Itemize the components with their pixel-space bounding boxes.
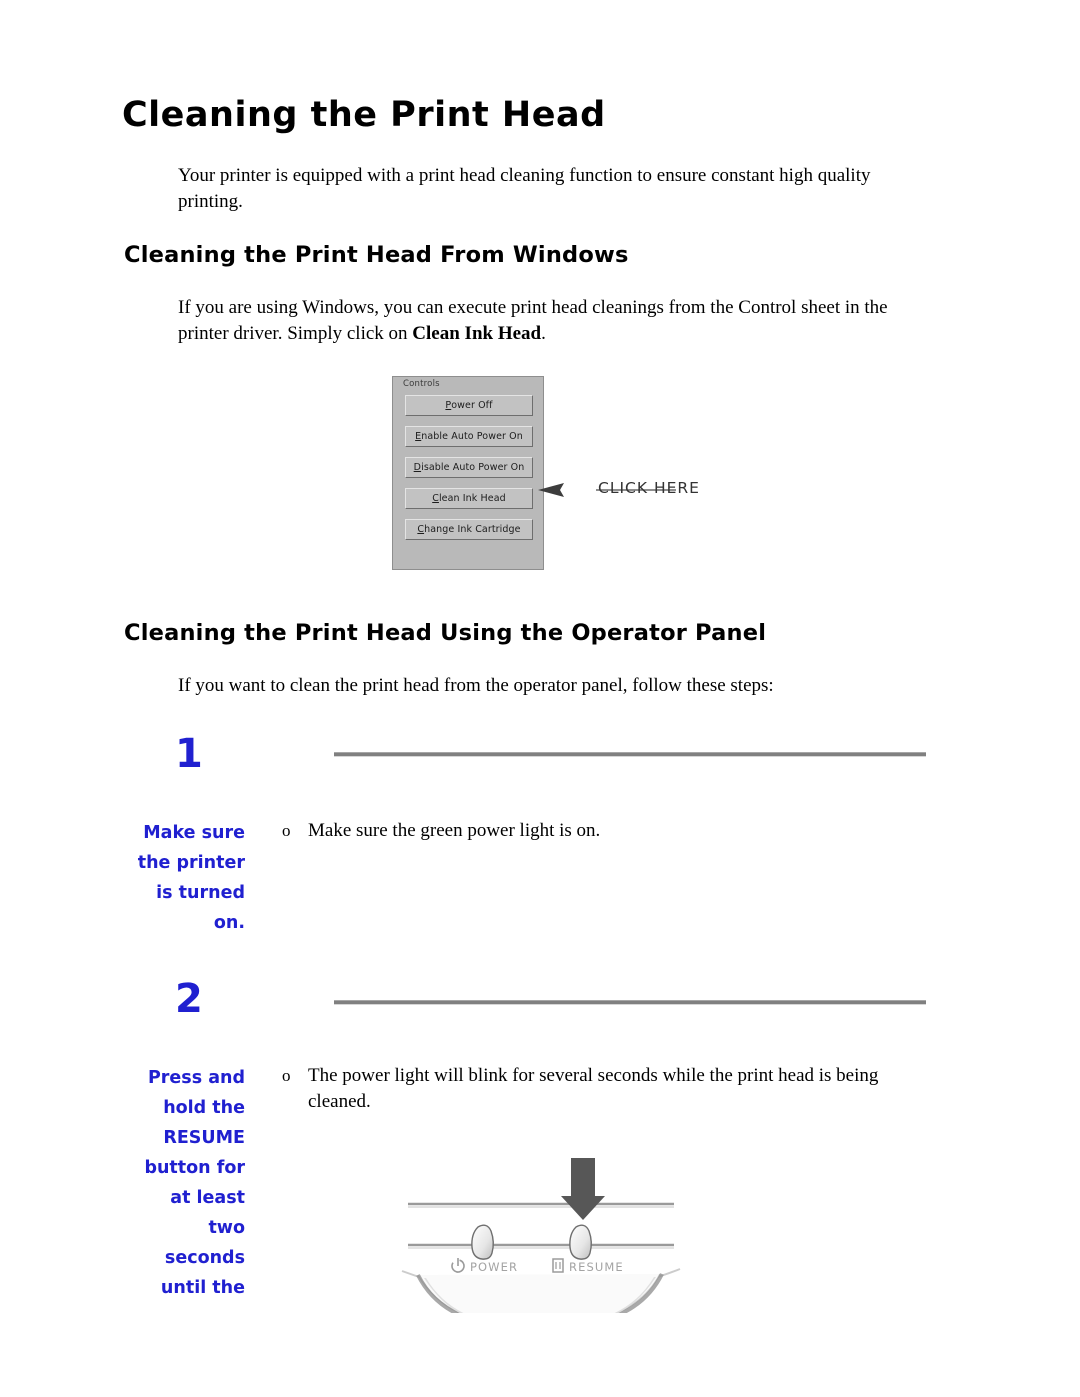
windows-paragraph: If you are using Windows, you can execut… <box>178 295 898 347</box>
controls-groupbox-label: Controls <box>403 379 440 389</box>
resume-button <box>569 1224 592 1260</box>
clean-ink-head-term: Clean Ink Head <box>412 323 542 344</box>
windows-paragraph-tail: . <box>541 323 546 344</box>
power-button-label: POWER <box>470 1260 518 1274</box>
step-2-side-note: Press and hold the RESUME button for at … <box>144 1068 245 1298</box>
step-1-side-note: Make sure the printer is turned on. <box>137 823 245 933</box>
operator-panel-paragraph: If you want to clean the print head from… <box>178 675 774 696</box>
step-2-bullet-text: The power light will blink for several s… <box>308 1065 879 1112</box>
printer-driver-controls-figure: Controls Power Off Enable Auto Power On … <box>386 368 706 578</box>
step-1-divider <box>334 752 926 757</box>
disable-auto-power-on-accel: D <box>413 462 422 473</box>
power-off-label: ower Off <box>451 400 493 411</box>
enable-auto-power-on-label: nable Auto Power On <box>421 431 523 442</box>
click-here-callout-label: CLICK HERE <box>598 479 700 497</box>
heading-cleaning-from-windows: Cleaning the Print Head From Windows <box>124 242 629 268</box>
step-2-number: 2 <box>175 976 203 1022</box>
disable-auto-power-on-button[interactable]: Disable Auto Power On <box>405 457 533 478</box>
power-off-button[interactable]: Power Off <box>405 395 533 416</box>
resume-button-label: RESUME <box>569 1260 624 1274</box>
step-2-bullet-marker: o <box>282 1066 291 1085</box>
power-button <box>471 1224 494 1260</box>
enable-auto-power-on-button[interactable]: Enable Auto Power On <box>405 426 533 447</box>
clean-ink-head-label: lean Ink Head <box>438 493 506 504</box>
controls-groupbox: Controls Power Off Enable Auto Power On … <box>392 376 544 570</box>
intro-paragraph: Your printer is equipped with a print he… <box>178 165 871 212</box>
change-ink-cartridge-label: hange Ink Cartridge <box>424 524 521 535</box>
clean-ink-head-accel: C <box>432 493 439 504</box>
step-1-bullet-marker: o <box>282 821 291 840</box>
step-1-bullet-text: Make sure the green power light is on. <box>308 820 601 841</box>
change-ink-cartridge-accel: C <box>417 524 425 535</box>
heading-cleaning-using-operator-panel: Cleaning the Print Head Using the Operat… <box>124 620 767 646</box>
document-page: Cleaning the Print Head Your printer is … <box>0 0 1080 1397</box>
change-ink-cartridge-button[interactable]: Change Ink Cartridge <box>405 519 533 540</box>
step-2-bullet: o The power light will blink for several… <box>282 1063 942 1115</box>
step-1-number: 1 <box>175 731 203 777</box>
operator-panel-figure: POWER RESUME <box>396 1138 686 1313</box>
page-title: Cleaning the Print Head <box>122 95 606 135</box>
disable-auto-power-on-label: isable Auto Power On <box>421 462 525 473</box>
clean-ink-head-button[interactable]: Clean Ink Head <box>405 488 533 509</box>
step-2-divider <box>334 1000 926 1005</box>
step-1-bullet: o Make sure the green power light is on. <box>282 818 932 844</box>
